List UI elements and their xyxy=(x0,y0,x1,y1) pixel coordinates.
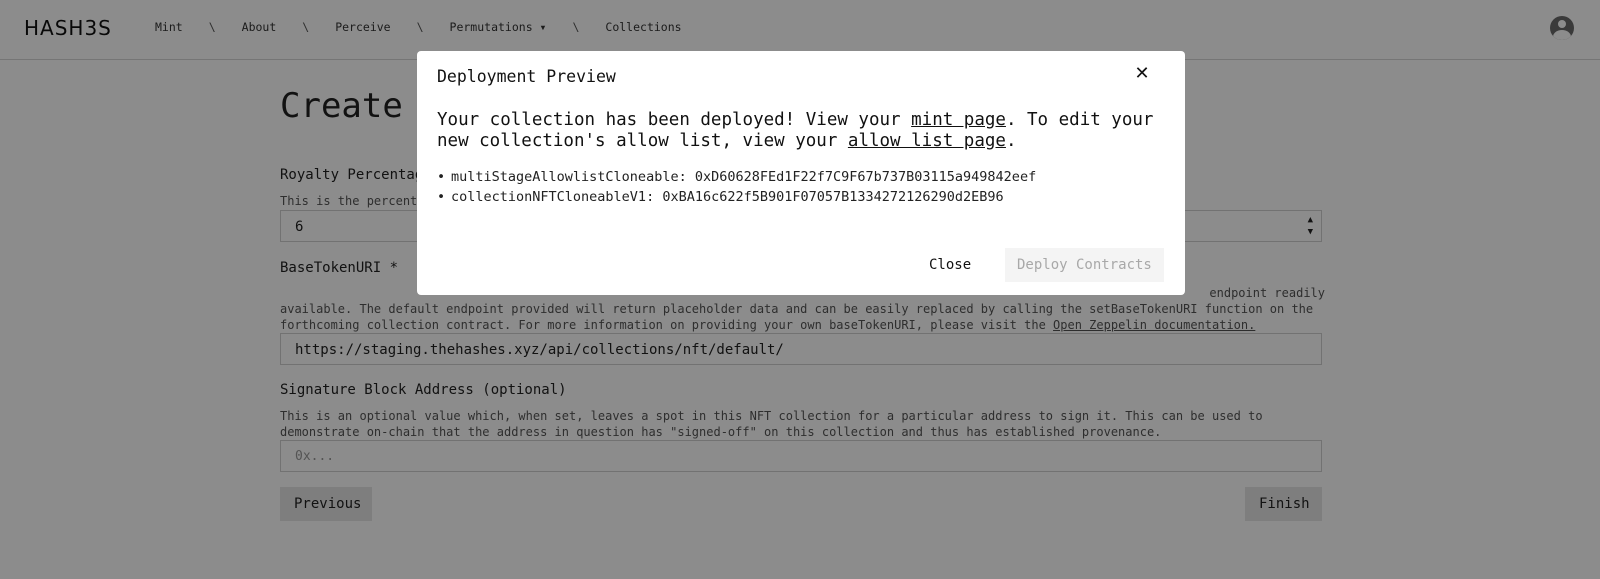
deployment-preview-modal: Deployment Preview ✕ Your collection has… xyxy=(417,51,1185,295)
modal-title: Deployment Preview xyxy=(437,67,616,86)
message-text-3: . xyxy=(1005,131,1017,151)
deploy-message: Your collection has been deployed! View … xyxy=(437,110,1157,152)
message-text-1: Your collection has been deployed! View … xyxy=(437,110,912,130)
contract-address-item: collectionNFTCloneableV1: 0xBA16c622f5B9… xyxy=(437,187,1036,207)
close-icon[interactable]: ✕ xyxy=(1131,63,1153,85)
deploy-contracts-button[interactable]: Deploy Contracts xyxy=(1005,248,1164,282)
allow-list-page-link[interactable]: allow list page xyxy=(848,131,1006,151)
mint-page-link[interactable]: mint page xyxy=(911,110,1006,130)
contract-address-item: multiStageAllowlistCloneable: 0xD60628FE… xyxy=(437,167,1036,187)
close-button[interactable]: Close xyxy=(917,248,983,282)
contract-address-list: multiStageAllowlistCloneable: 0xD60628FE… xyxy=(437,167,1036,207)
